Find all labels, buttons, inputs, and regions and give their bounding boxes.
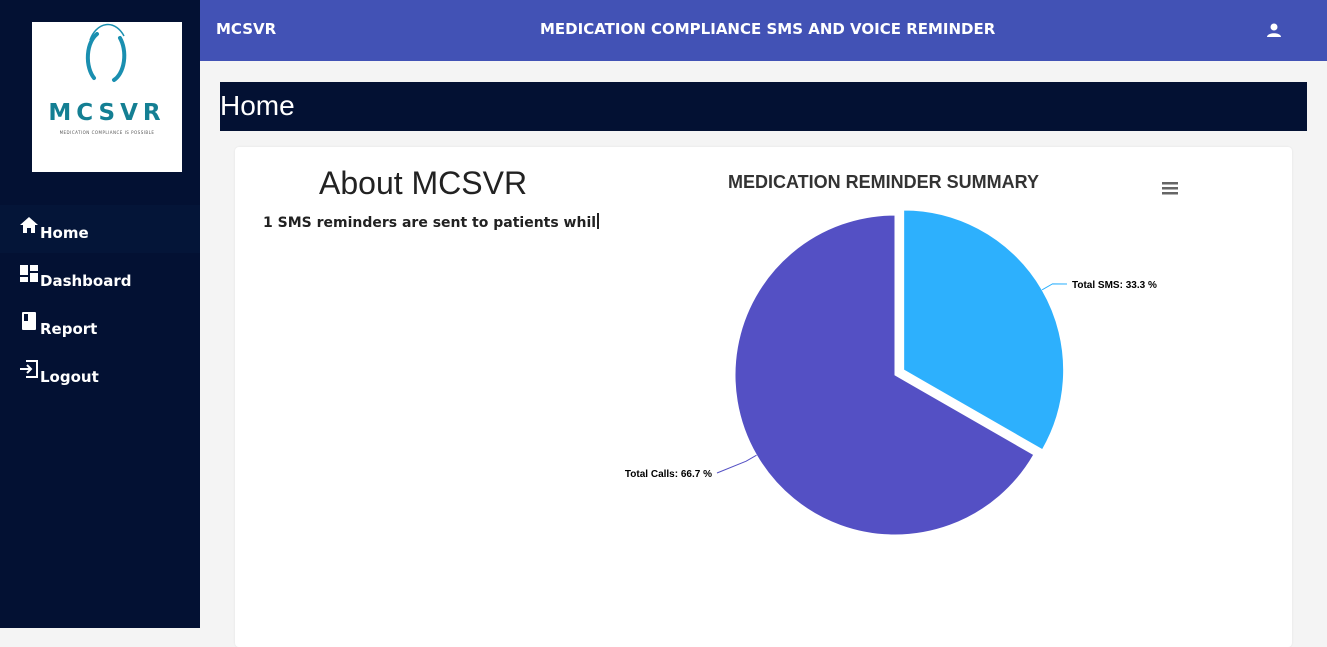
pie-chart: Total SMS: 33.3 % Total Calls: 66.7 % — [625, 209, 1157, 536]
sidebar-item-logout[interactable]: Logout — [0, 349, 200, 397]
logo-text: MCSVR — [48, 100, 166, 126]
sidebar-item-label: Home — [40, 224, 89, 242]
sidebar-item-report[interactable]: Report — [0, 301, 200, 349]
pie-connector-line — [1041, 283, 1068, 291]
sidebar-item-label: Report — [40, 320, 98, 338]
brand-name: MCSVR — [216, 20, 277, 38]
page-header: Home — [220, 82, 1307, 131]
pie-data-label: Total SMS: 33.3 % — [1072, 280, 1157, 291]
logo-tagline: MEDICATION COMPLIANCE IS POSSIBLE — [59, 130, 155, 135]
sidebar-item-label: Logout — [40, 368, 99, 386]
sidebar-item-label: Dashboard — [40, 272, 132, 290]
top-app-bar: MCSVR MEDICATION COMPLIANCE SMS AND VOIC… — [200, 0, 1327, 61]
sidebar-item-home[interactable]: Home — [0, 205, 200, 253]
home-icon — [20, 217, 38, 233]
pie-data-label: Total Calls: 66.7 % — [625, 469, 712, 480]
content-card: About MCSVR 1 SMS reminders are sent to … — [235, 147, 1292, 647]
chart-menu-icon[interactable] — [1160, 180, 1180, 196]
logo-ring-icon — [85, 23, 127, 82]
user-icon[interactable] — [1266, 22, 1282, 38]
sidebar: MCSVR MEDICATION COMPLIANCE IS POSSIBLE … — [0, 0, 200, 628]
sidebar-item-dashboard[interactable]: Dashboard — [0, 253, 200, 301]
pie-connector-line — [716, 454, 757, 474]
app-logo: MCSVR MEDICATION COMPLIANCE IS POSSIBLE — [32, 22, 182, 172]
page-title: Home — [220, 90, 295, 121]
logout-icon — [20, 360, 38, 378]
chart-title: MEDICATION REMINDER SUMMARY — [728, 172, 1039, 192]
dashboard-icon — [20, 265, 38, 282]
sidebar-nav: Home Dashboard Report Logout — [0, 205, 200, 397]
report-icon — [22, 312, 36, 330]
app-title: MEDICATION COMPLIANCE SMS AND VOICE REMI… — [540, 20, 996, 38]
